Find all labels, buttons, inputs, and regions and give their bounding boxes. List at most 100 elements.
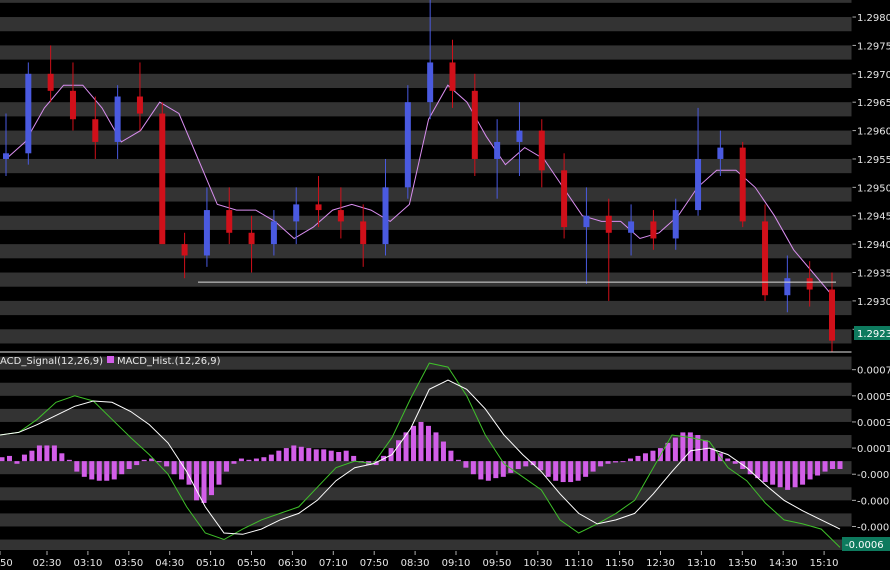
legend-signal: ACD_Signal(12,26,9)	[0, 356, 103, 367]
histogram-bar	[268, 454, 274, 462]
histogram-bar	[777, 461, 783, 488]
candle-body	[114, 96, 121, 142]
time-tick-label: 13:50	[728, 558, 757, 569]
histogram-bar	[96, 461, 102, 481]
histogram-bar	[702, 440, 708, 462]
histogram-bar	[478, 461, 484, 480]
indicator-tick-label: 0.0007	[857, 366, 890, 377]
price-band	[0, 215, 852, 230]
histogram-bar	[440, 441, 446, 462]
forex-chart[interactable]: 1.2980 1.2975 1.2970 1.2965 1.2960 1.2955 1.29…	[0, 0, 890, 570]
histogram-bar	[590, 461, 596, 472]
price-tick-label: 1.2940	[857, 240, 890, 251]
candle-body	[829, 289, 835, 341]
histogram-bar	[119, 461, 125, 475]
histogram-bar	[6, 455, 12, 462]
histogram-bar	[635, 455, 641, 462]
candle-body	[605, 215, 612, 233]
histogram-bar	[276, 450, 282, 462]
indicator-tick-label: 0.0005	[857, 392, 890, 403]
time-tick-label: 06:30	[278, 558, 307, 569]
time-tick-label: 14:30	[769, 558, 798, 569]
price-band	[0, 102, 852, 117]
histogram-bar	[291, 445, 297, 462]
histogram-bar	[156, 461, 162, 463]
candle-body	[3, 153, 9, 159]
price-band	[0, 0, 852, 3]
histogram-bar	[463, 461, 469, 468]
histogram-bar	[822, 461, 828, 472]
candle-body	[25, 73, 32, 154]
histogram-bar	[74, 461, 80, 472]
histogram-bar	[815, 461, 821, 476]
candle-body	[672, 210, 679, 239]
indicator-band	[0, 408, 852, 422]
candle-body	[159, 113, 166, 245]
histogram-bar	[171, 461, 177, 475]
histogram-bar	[800, 461, 806, 485]
candle-body	[538, 130, 545, 171]
candle-body	[628, 221, 635, 233]
histogram-bar	[605, 461, 611, 464]
candle-body	[806, 278, 813, 290]
candle-body	[270, 221, 277, 245]
time-tick-label: 10:30	[523, 558, 552, 569]
candle-body	[92, 119, 99, 142]
histogram-bar	[201, 461, 207, 503]
candle-body	[136, 96, 143, 114]
price-band	[0, 244, 852, 259]
histogram-bar	[313, 449, 319, 462]
histogram-bar	[568, 461, 574, 483]
candle-body	[315, 204, 322, 211]
time-tick-label: 50	[0, 558, 13, 569]
price-tick-label: 1.2960	[857, 127, 890, 138]
histogram-bar	[545, 461, 551, 477]
price-band	[0, 17, 852, 32]
time-tick-label: 11:10	[564, 558, 593, 569]
indicator-band	[0, 513, 852, 527]
histogram-bar	[425, 425, 431, 462]
legend-hist: MACD_Hist.(12,26,9)	[117, 356, 221, 367]
last-price-badge: 1.2923	[854, 326, 890, 340]
candle-body	[471, 90, 478, 159]
indicator-band	[0, 382, 852, 396]
candle-body	[561, 170, 568, 228]
histogram-bar	[560, 461, 566, 483]
histogram-bar	[785, 461, 791, 490]
time-tick-label: 09:10	[442, 558, 471, 569]
candle-body	[516, 130, 523, 142]
histogram-bar	[261, 457, 267, 462]
candle-body	[203, 210, 210, 256]
price-tick-label: 1.2955	[857, 155, 890, 166]
last-price-value: 1.2923	[857, 329, 890, 340]
histogram-bar	[725, 458, 731, 462]
price-band	[0, 187, 852, 202]
price-tick-label: 1.2980	[857, 13, 890, 24]
time-tick-label: 04:30	[155, 558, 184, 569]
legend-hist-swatch	[107, 356, 114, 363]
candle-body	[360, 221, 367, 245]
histogram-bar	[433, 432, 439, 462]
price-tick-label: 1.2975	[857, 41, 890, 52]
price-band	[0, 158, 852, 174]
time-tick-label: 07:50	[360, 558, 389, 569]
histogram-bar	[583, 461, 589, 477]
candle-body	[293, 204, 300, 222]
candle-body	[717, 147, 724, 159]
candle-body	[248, 232, 255, 245]
histogram-bar	[411, 425, 417, 462]
time-tick-label: 11:50	[605, 558, 634, 569]
price-tick-label: 1.2930	[857, 297, 890, 308]
price-tick-label: 1.2970	[857, 70, 890, 81]
histogram-bar	[343, 450, 349, 462]
histogram-bar	[231, 461, 237, 464]
histogram-bar	[21, 454, 27, 462]
candle-body	[382, 187, 389, 245]
time-tick-label: 05:50	[237, 558, 266, 569]
histogram-bar	[628, 458, 633, 462]
candle-body	[226, 210, 233, 233]
histogram-bar	[650, 450, 656, 462]
histogram-bar	[246, 459, 252, 462]
histogram-bar	[523, 461, 529, 467]
price-band	[0, 329, 852, 344]
